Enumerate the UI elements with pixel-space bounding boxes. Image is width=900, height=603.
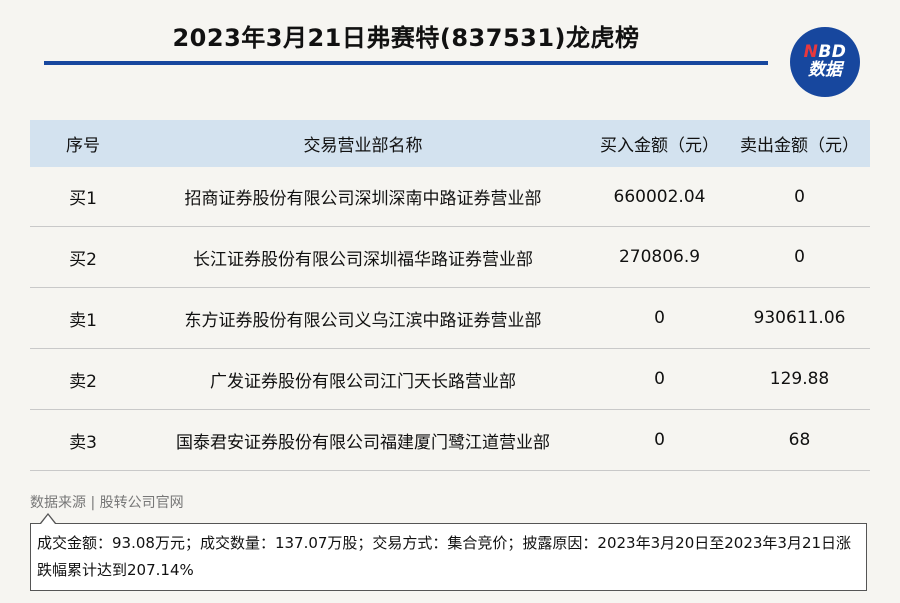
table-row: 卖2 广发证券股份有限公司江门天长路营业部 0 129.88 [30, 348, 870, 410]
cell-sell: 68 [729, 409, 870, 471]
cell-sell: 0 [729, 167, 870, 227]
table-row: 卖1 东方证券股份有限公司义乌江滨中路证券营业部 0 930611.06 [30, 287, 870, 349]
page-title: 2023年3月21日弗赛特(837531)龙虎榜 [172, 24, 640, 52]
cell-seq: 卖2 [30, 348, 136, 410]
cell-buy: 660002.04 [590, 167, 729, 227]
cell-branch: 招商证券股份有限公司深圳深南中路证券营业部 [136, 167, 590, 227]
cell-buy: 0 [590, 287, 729, 349]
cell-buy: 0 [590, 409, 729, 471]
dragon-tiger-table: 序号 交易营业部名称 买入金额（元） 卖出金额（元） 买1 招商证券股份有限公司… [30, 120, 870, 471]
table-header-row: 序号 交易营业部名称 买入金额（元） 卖出金额（元） [30, 120, 870, 167]
cell-branch: 广发证券股份有限公司江门天长路营业部 [136, 348, 590, 410]
cell-seq: 买1 [30, 167, 136, 227]
cell-buy: 0 [590, 348, 729, 410]
cell-sell: 930611.06 [729, 287, 870, 349]
cell-branch: 国泰君安证券股份有限公司福建厦门鹭江道营业部 [136, 409, 590, 471]
nbd-logo: NBD 数据 [790, 27, 860, 97]
trade-summary-note: 成交金额：93.08万元；成交数量：137.07万股；交易方式：集合竞价；披露原… [30, 523, 867, 591]
cell-branch: 东方证券股份有限公司义乌江滨中路证券营业部 [136, 287, 590, 349]
cell-seq: 卖1 [30, 287, 136, 349]
data-source-label: 数据来源 | 股转公司官网 [30, 495, 184, 511]
table-row: 买1 招商证券股份有限公司深圳深南中路证券营业部 660002.04 0 [30, 167, 870, 227]
header-buy-amount: 买入金额（元） [590, 120, 729, 167]
table-row: 买2 长江证券股份有限公司深圳福华路证券营业部 270806.9 0 [30, 226, 870, 288]
cell-seq: 卖3 [30, 409, 136, 471]
table-row: 卖3 国泰君安证券股份有限公司福建厦门鹭江道营业部 0 68 [30, 409, 870, 471]
cell-branch: 长江证券股份有限公司深圳福华路证券营业部 [136, 226, 590, 288]
note-pointer-fill [41, 515, 55, 524]
cell-buy: 270806.9 [590, 226, 729, 288]
header-sell-amount: 卖出金额（元） [729, 120, 870, 167]
header-branch: 交易营业部名称 [136, 120, 590, 167]
logo-line-2: 数据 [808, 60, 842, 80]
cell-sell: 0 [729, 226, 870, 288]
cell-sell: 129.88 [729, 348, 870, 410]
title-underline [44, 61, 768, 65]
cell-seq: 买2 [30, 226, 136, 288]
header-seq: 序号 [30, 120, 136, 167]
